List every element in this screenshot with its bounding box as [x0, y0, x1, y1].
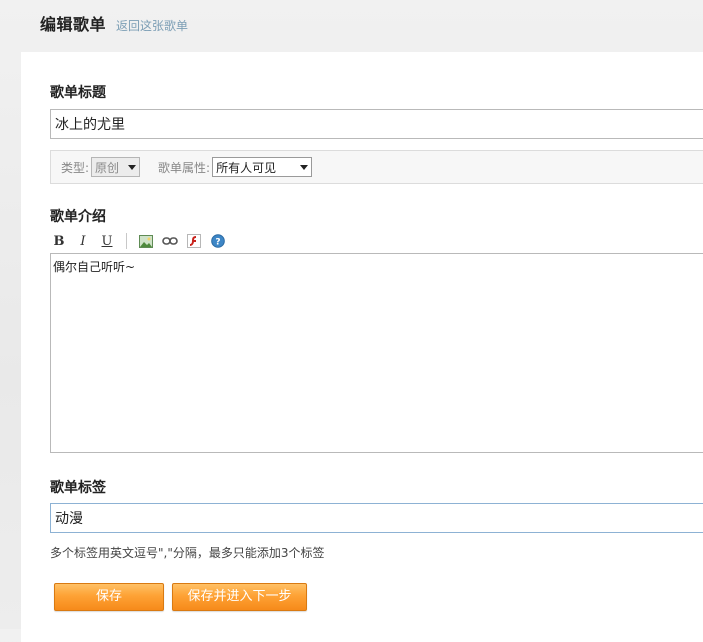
flash-icon[interactable] [185, 232, 203, 250]
image-icon[interactable] [137, 232, 155, 250]
tags-hint: 多个标签用英文逗号","分隔，最多只能添加3个标签 [50, 546, 325, 560]
toolbar-divider [126, 233, 127, 249]
save-button[interactable]: 保存 [54, 583, 164, 611]
type-select[interactable]: 原创 [91, 157, 141, 177]
type-select-value: 原创 [95, 160, 120, 175]
title-label: 歌单标题 [50, 85, 106, 101]
help-icon[interactable]: ? [209, 232, 227, 250]
editor-toolbar: B I U ? [50, 231, 233, 251]
tags-input[interactable] [50, 503, 703, 533]
italic-icon[interactable]: I [74, 232, 92, 250]
title-input[interactable] [50, 109, 703, 139]
attribute-label: 歌单属性: [158, 160, 211, 175]
bold-icon[interactable]: B [50, 232, 68, 250]
attribute-select[interactable]: 所有人可见 [212, 157, 313, 177]
intro-editor[interactable]: 偶尔自己听听~ [50, 253, 703, 453]
intro-label: 歌单介绍 [50, 209, 106, 225]
svg-text:?: ? [215, 238, 220, 248]
type-label: 类型: [61, 160, 90, 175]
save-and-next-button[interactable]: 保存并进入下一步 [172, 583, 307, 611]
chevron-down-icon [128, 164, 137, 170]
type-bar: 类型: 原创 歌单属性: 所有人可见 [50, 150, 703, 184]
back-to-playlist-link[interactable]: 返回这张歌单 [116, 17, 188, 34]
chevron-down-icon [300, 164, 309, 170]
underline-icon[interactable]: U [98, 232, 116, 250]
page-title: 编辑歌单 [40, 15, 107, 34]
attribute-select-value: 所有人可见 [216, 160, 277, 175]
intro-text: 偶尔自己听听~ [53, 260, 136, 274]
tags-label: 歌单标签 [50, 480, 106, 496]
link-icon[interactable] [161, 232, 179, 250]
page-header: 编辑歌单 返回这张歌单 [40, 11, 188, 37]
